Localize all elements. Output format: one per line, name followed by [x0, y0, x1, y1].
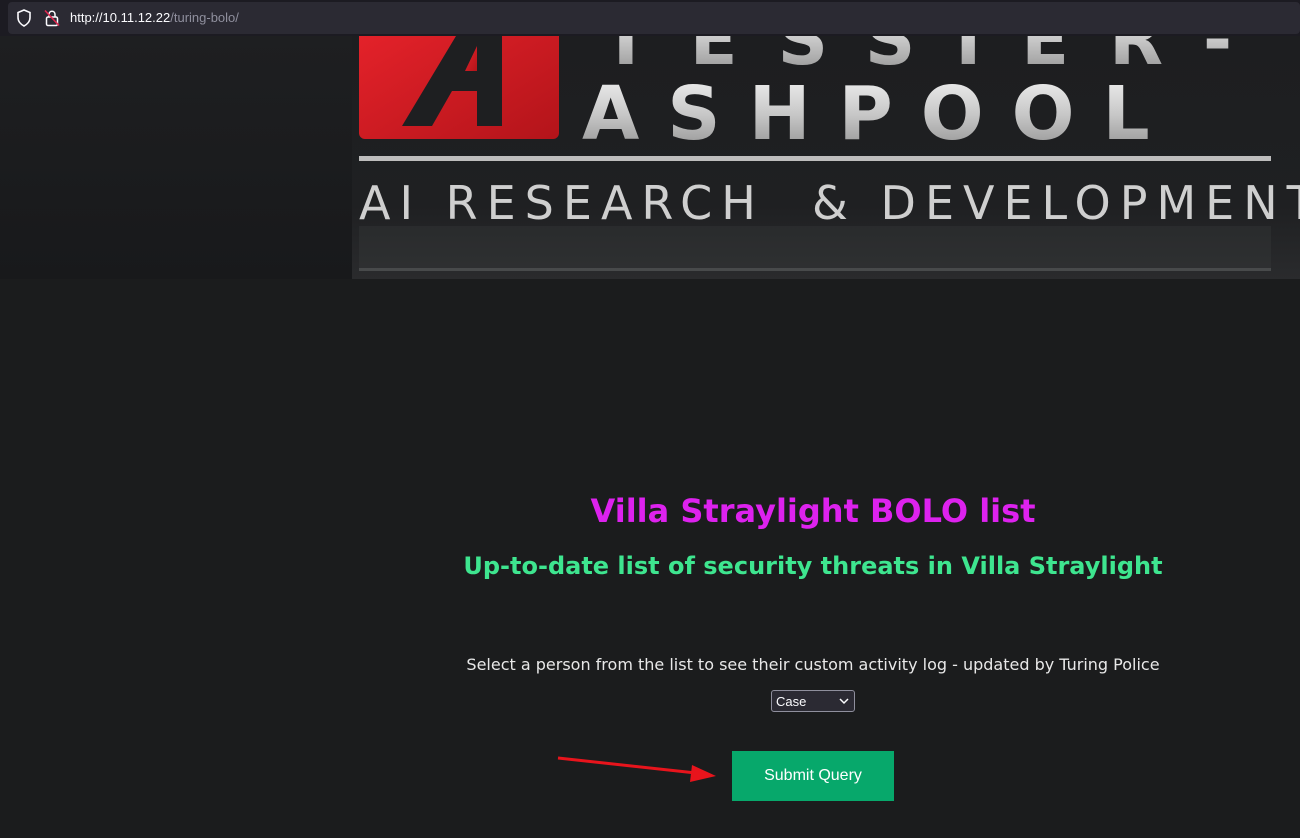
submit-query-button[interactable]: Submit Query: [732, 751, 894, 801]
page-title: Villa Straylight BOLO list: [590, 492, 1036, 530]
url-path: /turing-bolo/: [170, 10, 239, 25]
page-content: TESSIER- ASHPOOL AI RESEARCH & DEVELOPME…: [0, 36, 1300, 838]
url-host: http://10.11.12.22: [70, 10, 171, 25]
logo-tagline: AI RESEARCH & DEVELOPMENT: [359, 176, 1300, 230]
person-select[interactable]: Case: [771, 690, 855, 712]
person-select-wrapper: Case: [771, 690, 855, 712]
url-text[interactable]: http://10.11.12.22/turing-bolo/: [70, 10, 239, 25]
page-subtitle: Up-to-date list of security threats in V…: [463, 552, 1163, 580]
browser-toolbar: http://10.11.12.22/turing-bolo/: [0, 0, 1300, 36]
shield-icon[interactable]: [16, 9, 32, 27]
logo-reflection: [359, 226, 1271, 271]
tessier-ashpool-logo: TESSIER- ASHPOOL AI RESEARCH & DEVELOPME…: [352, 36, 1300, 279]
logo-graphic: TESSIER- ASHPOOL AI RESEARCH & DEVELOPME…: [359, 36, 1300, 271]
logo-reflection-edge: [359, 268, 1271, 271]
banner: TESSIER- ASHPOOL AI RESEARCH & DEVELOPME…: [0, 36, 1300, 279]
logo-divider: [359, 156, 1271, 161]
instructions-text: Select a person from the list to see the…: [466, 655, 1160, 674]
arrow-head: [690, 765, 716, 782]
logo-line2: ASHPOOL: [582, 71, 1178, 157]
arrow-shaft: [557, 756, 697, 775]
insecure-lock-icon[interactable]: [44, 9, 60, 27]
